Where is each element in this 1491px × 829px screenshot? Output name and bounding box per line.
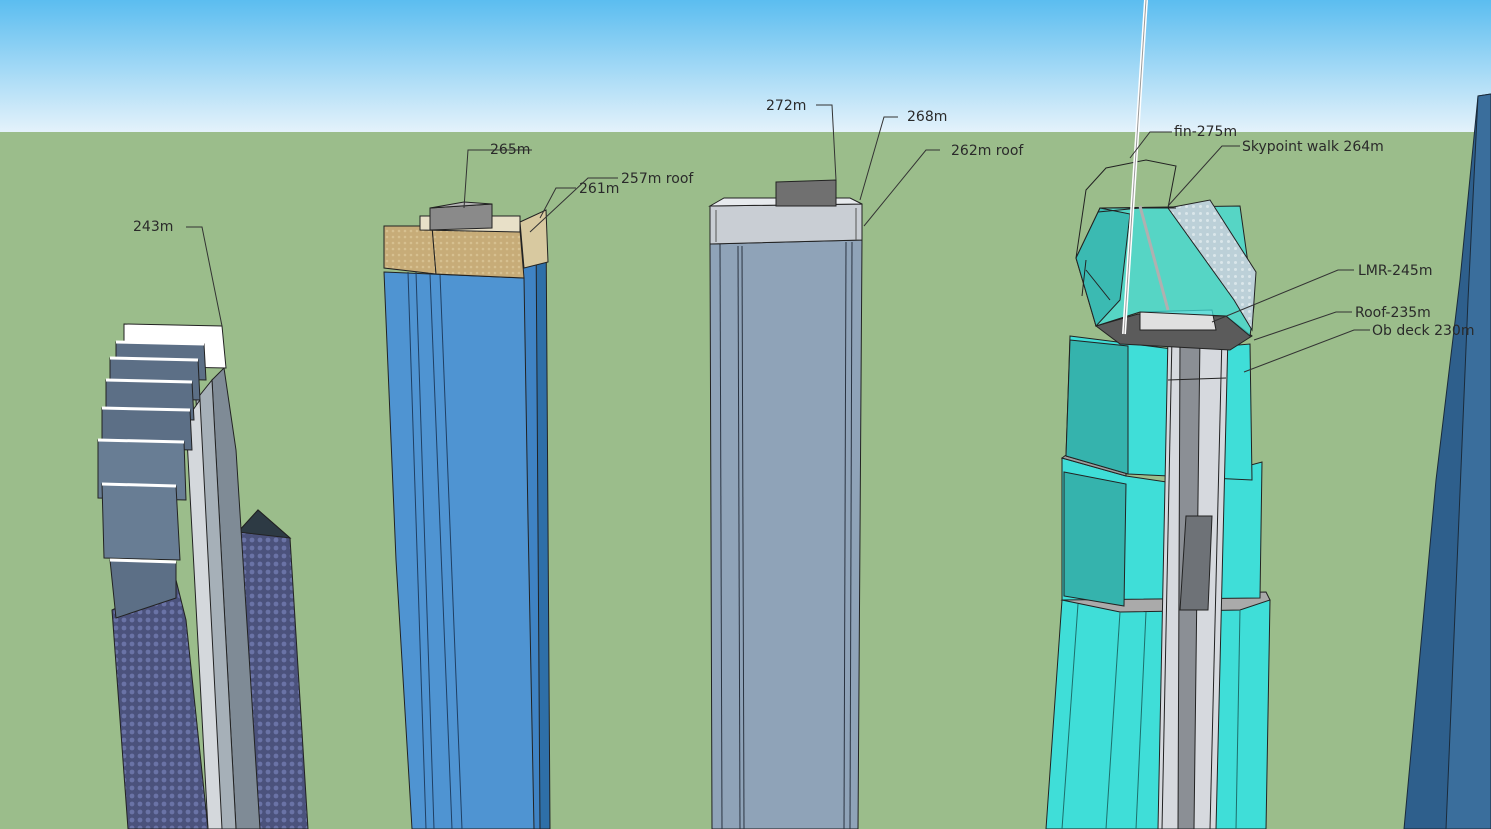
label-tower4-lmr: LMR-245m (1358, 263, 1433, 279)
label-tower3-roof: 262m roof (951, 143, 1024, 159)
label-tower3-mid: 268m (907, 109, 948, 125)
label-tower3-top: 272m (766, 98, 807, 114)
label-tower4-fin: fin-275m (1174, 124, 1238, 140)
sketchup-scene (0, 0, 1491, 829)
label-tower4-skypoint: Skypoint walk 264m (1242, 139, 1384, 155)
label-tower1-height: 243m (133, 219, 174, 235)
label-tower2-roof: 257m roof (621, 171, 694, 187)
label-tower4-roof: Roof-235m (1355, 305, 1431, 321)
sky (0, 0, 1491, 132)
label-tower4-obdeck: Ob deck 230m (1372, 323, 1475, 339)
label-tower2-top: 265m (490, 142, 531, 158)
label-tower2-mid: 261m (579, 181, 620, 197)
